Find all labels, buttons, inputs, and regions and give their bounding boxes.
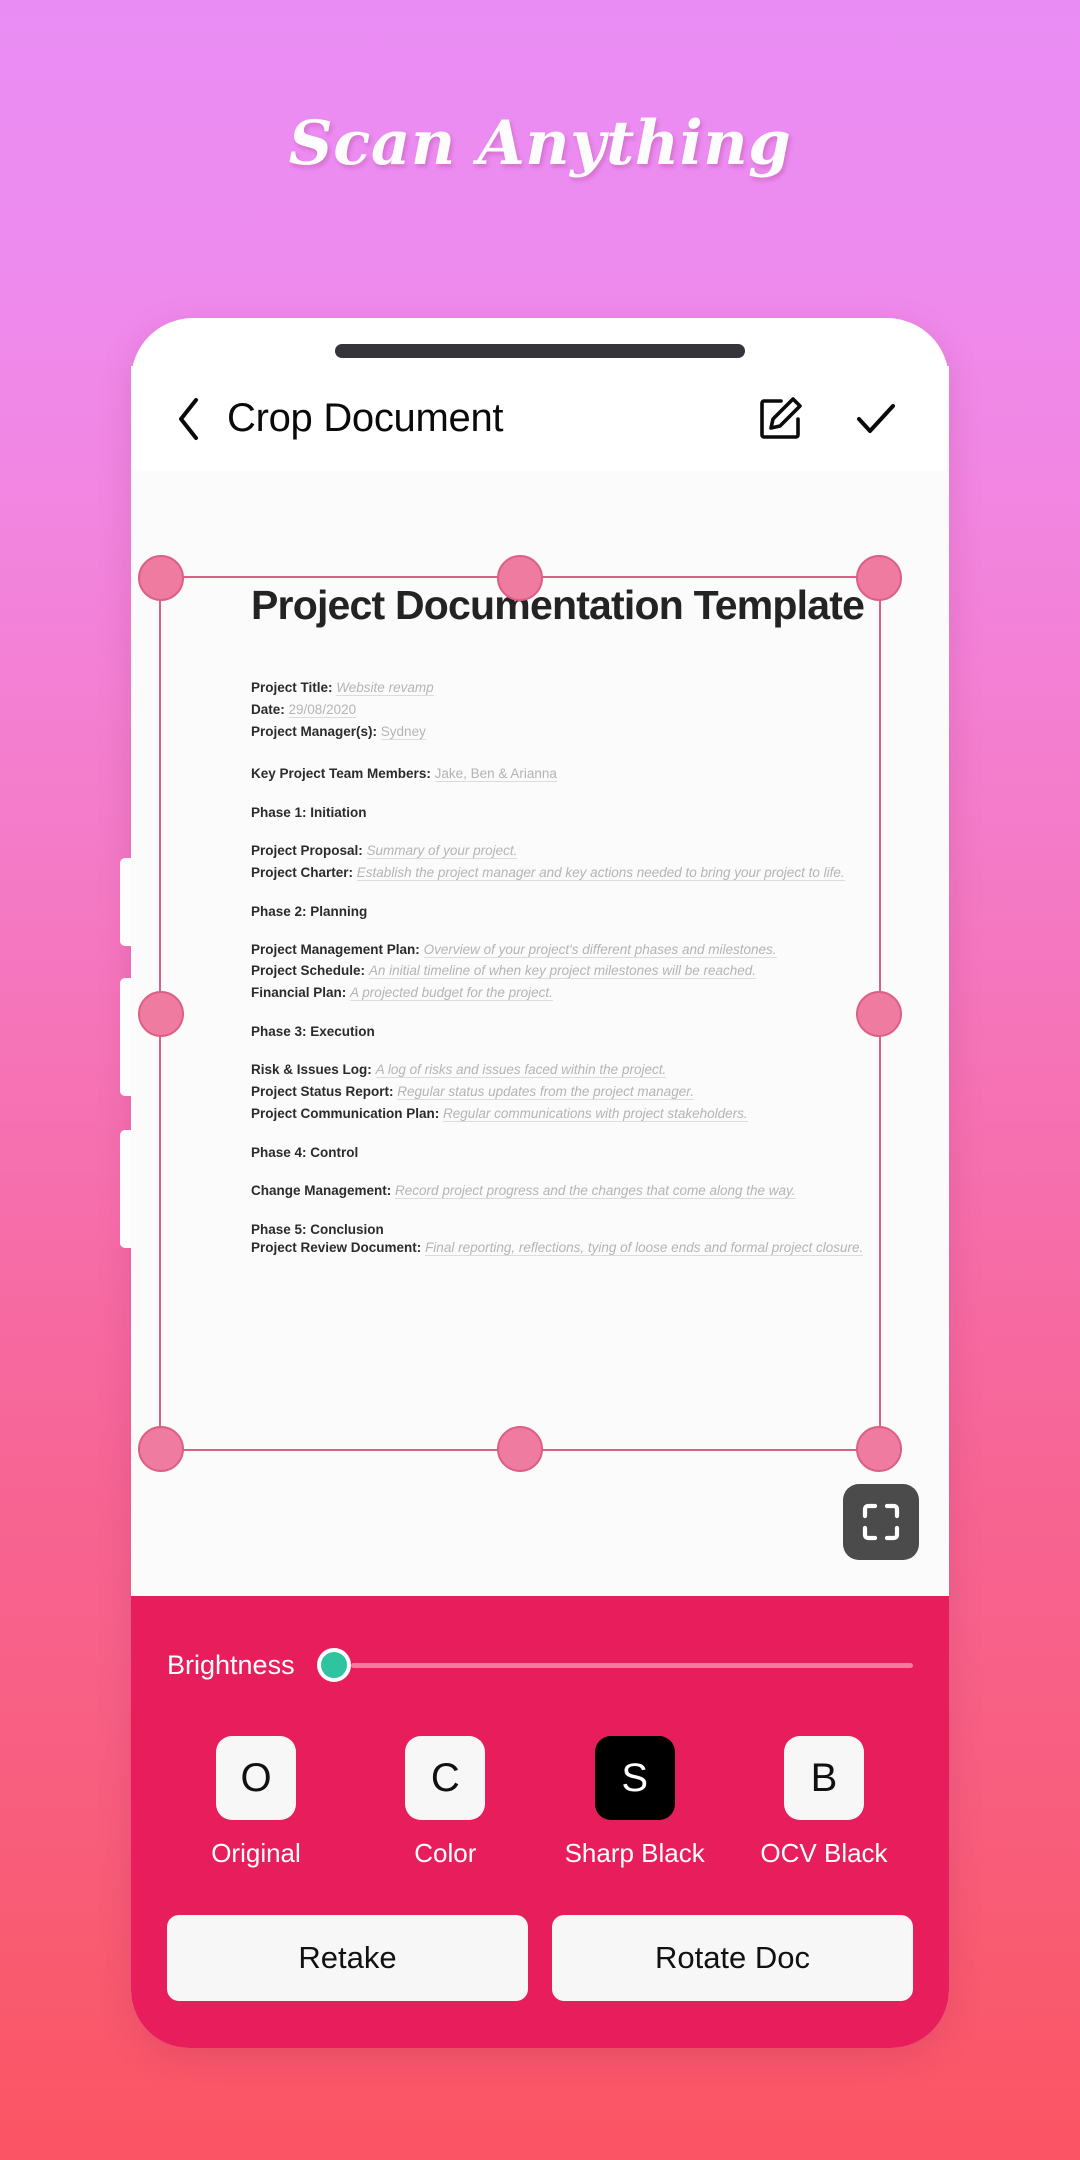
filter-option-original[interactable]: O Original bbox=[181, 1736, 331, 1869]
filter-chip-glyph[interactable]: B bbox=[783, 1736, 864, 1820]
filter-label: OCV Black bbox=[760, 1838, 888, 1868]
brightness-slider[interactable] bbox=[316, 1648, 913, 1682]
phone-screen: Crop Document Project Documentation Temp… bbox=[131, 366, 949, 2048]
chevron-left-icon[interactable] bbox=[165, 396, 211, 442]
crop-handle-top-center[interactable] bbox=[497, 555, 543, 601]
filter-option-sharp-black[interactable]: S Sharp Black bbox=[560, 1736, 710, 1869]
filter-option-color[interactable]: C Color bbox=[370, 1736, 520, 1869]
crop-handle-bottom-right[interactable] bbox=[856, 1426, 902, 1472]
action-buttons: Retake Rotate Doc bbox=[167, 1915, 913, 2001]
crop-handle-middle-left[interactable] bbox=[138, 990, 184, 1037]
page-title: Crop Document bbox=[227, 396, 504, 440]
brightness-label: Brightness bbox=[167, 1649, 295, 1680]
app-bar: Crop Document bbox=[131, 366, 949, 471]
filter-options: O Original C Color S Sharp Black B OCV B… bbox=[167, 1736, 913, 1869]
document-preview[interactable]: Project Documentation Template Project T… bbox=[131, 471, 949, 1596]
brightness-control: Brightness bbox=[167, 1648, 913, 1682]
rotate-doc-button[interactable]: Rotate Doc bbox=[552, 1915, 913, 2001]
crop-handle-bottom-left[interactable] bbox=[138, 1426, 184, 1472]
phone-mockup: Crop Document Project Documentation Temp… bbox=[120, 318, 949, 2048]
brightness-slider-thumb[interactable] bbox=[316, 1648, 351, 1682]
retake-button[interactable]: Retake bbox=[167, 1915, 528, 2001]
filter-chip-glyph[interactable]: O bbox=[216, 1736, 296, 1820]
filter-option-ocv-black[interactable]: B OCV Black bbox=[749, 1736, 899, 1869]
control-panel: Brightness O Original C Color S Sharp Bl bbox=[131, 1596, 949, 2048]
filter-label: Color bbox=[414, 1838, 477, 1868]
fullscreen-expand-icon[interactable] bbox=[843, 1484, 919, 1560]
check-icon[interactable] bbox=[849, 392, 903, 446]
crop-rectangle[interactable] bbox=[138, 555, 902, 1472]
filter-label: Sharp Black bbox=[564, 1838, 705, 1868]
crop-handle-top-left[interactable] bbox=[138, 555, 184, 601]
phone-speaker bbox=[335, 344, 745, 358]
crop-handle-top-right[interactable] bbox=[856, 555, 902, 601]
filter-chip-glyph[interactable]: S bbox=[594, 1736, 675, 1820]
filter-chip-glyph[interactable]: C bbox=[405, 1736, 486, 1820]
hero-title: Scan Anything bbox=[288, 108, 792, 179]
crop-handle-bottom-center[interactable] bbox=[497, 1426, 543, 1472]
edit-square-icon[interactable] bbox=[753, 392, 807, 446]
crop-handle-middle-right[interactable] bbox=[856, 990, 902, 1037]
filter-label: Original bbox=[211, 1838, 301, 1868]
brightness-slider-track[interactable] bbox=[350, 1662, 913, 1668]
